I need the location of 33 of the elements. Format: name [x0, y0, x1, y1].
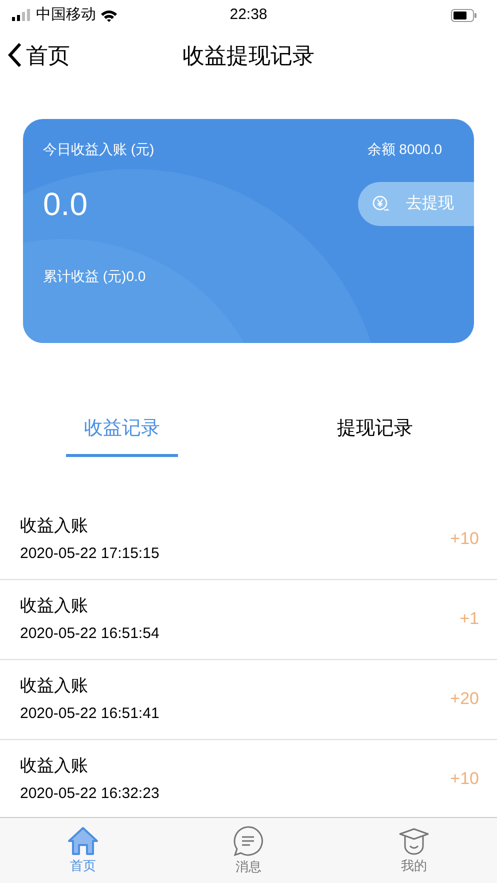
record-title: 收益入账 [20, 675, 89, 697]
record-amount: +1 [460, 608, 479, 630]
back-button[interactable]: 首页 [8, 38, 70, 72]
back-chevron-icon [8, 42, 22, 68]
wifi-icon [100, 8, 118, 22]
today-earnings-label: 今日收益入账 (元) [43, 140, 154, 159]
page-title: 收益提现记录 [182, 42, 314, 70]
tab-bar-item[interactable]: 我的 [374, 826, 454, 876]
record-time: 2020-05-22 17:15:15 [20, 544, 160, 564]
record-amount: +10 [450, 528, 479, 550]
carrier-name: 中国移动 [36, 4, 96, 25]
record-time: 2020-05-22 16:32:23 [20, 784, 160, 804]
signal-icon [12, 9, 32, 21]
graduation-cap-icon [398, 826, 430, 856]
record-title: 收益入账 [20, 515, 89, 537]
yuan-coin-icon [372, 195, 390, 213]
record-tab[interactable]: 提现记录 [319, 415, 431, 456]
balance-text: 余额 8000.0 [367, 140, 442, 159]
tab-bar-item[interactable]: 首页 [42, 826, 123, 876]
record-time: 2020-05-22 16:51:54 [20, 624, 160, 644]
record-amount: +10 [450, 768, 479, 790]
record-tab[interactable]: 收益记录 [66, 415, 178, 456]
battery-icon [451, 8, 477, 22]
status-time: 22:38 [230, 4, 268, 25]
record-title: 收益入账 [20, 595, 89, 617]
record-title: 收益入账 [20, 755, 89, 777]
record-amount: +20 [450, 688, 479, 710]
tab-bar-item[interactable]: 消息 [208, 824, 288, 876]
home-icon [66, 826, 99, 856]
total-earnings-text: 累计收益 (元)0.0 [43, 267, 147, 286]
record-time: 2020-05-22 16:51:41 [20, 704, 160, 724]
message-icon [232, 824, 264, 857]
today-earnings-value: 0.0 [43, 185, 88, 224]
